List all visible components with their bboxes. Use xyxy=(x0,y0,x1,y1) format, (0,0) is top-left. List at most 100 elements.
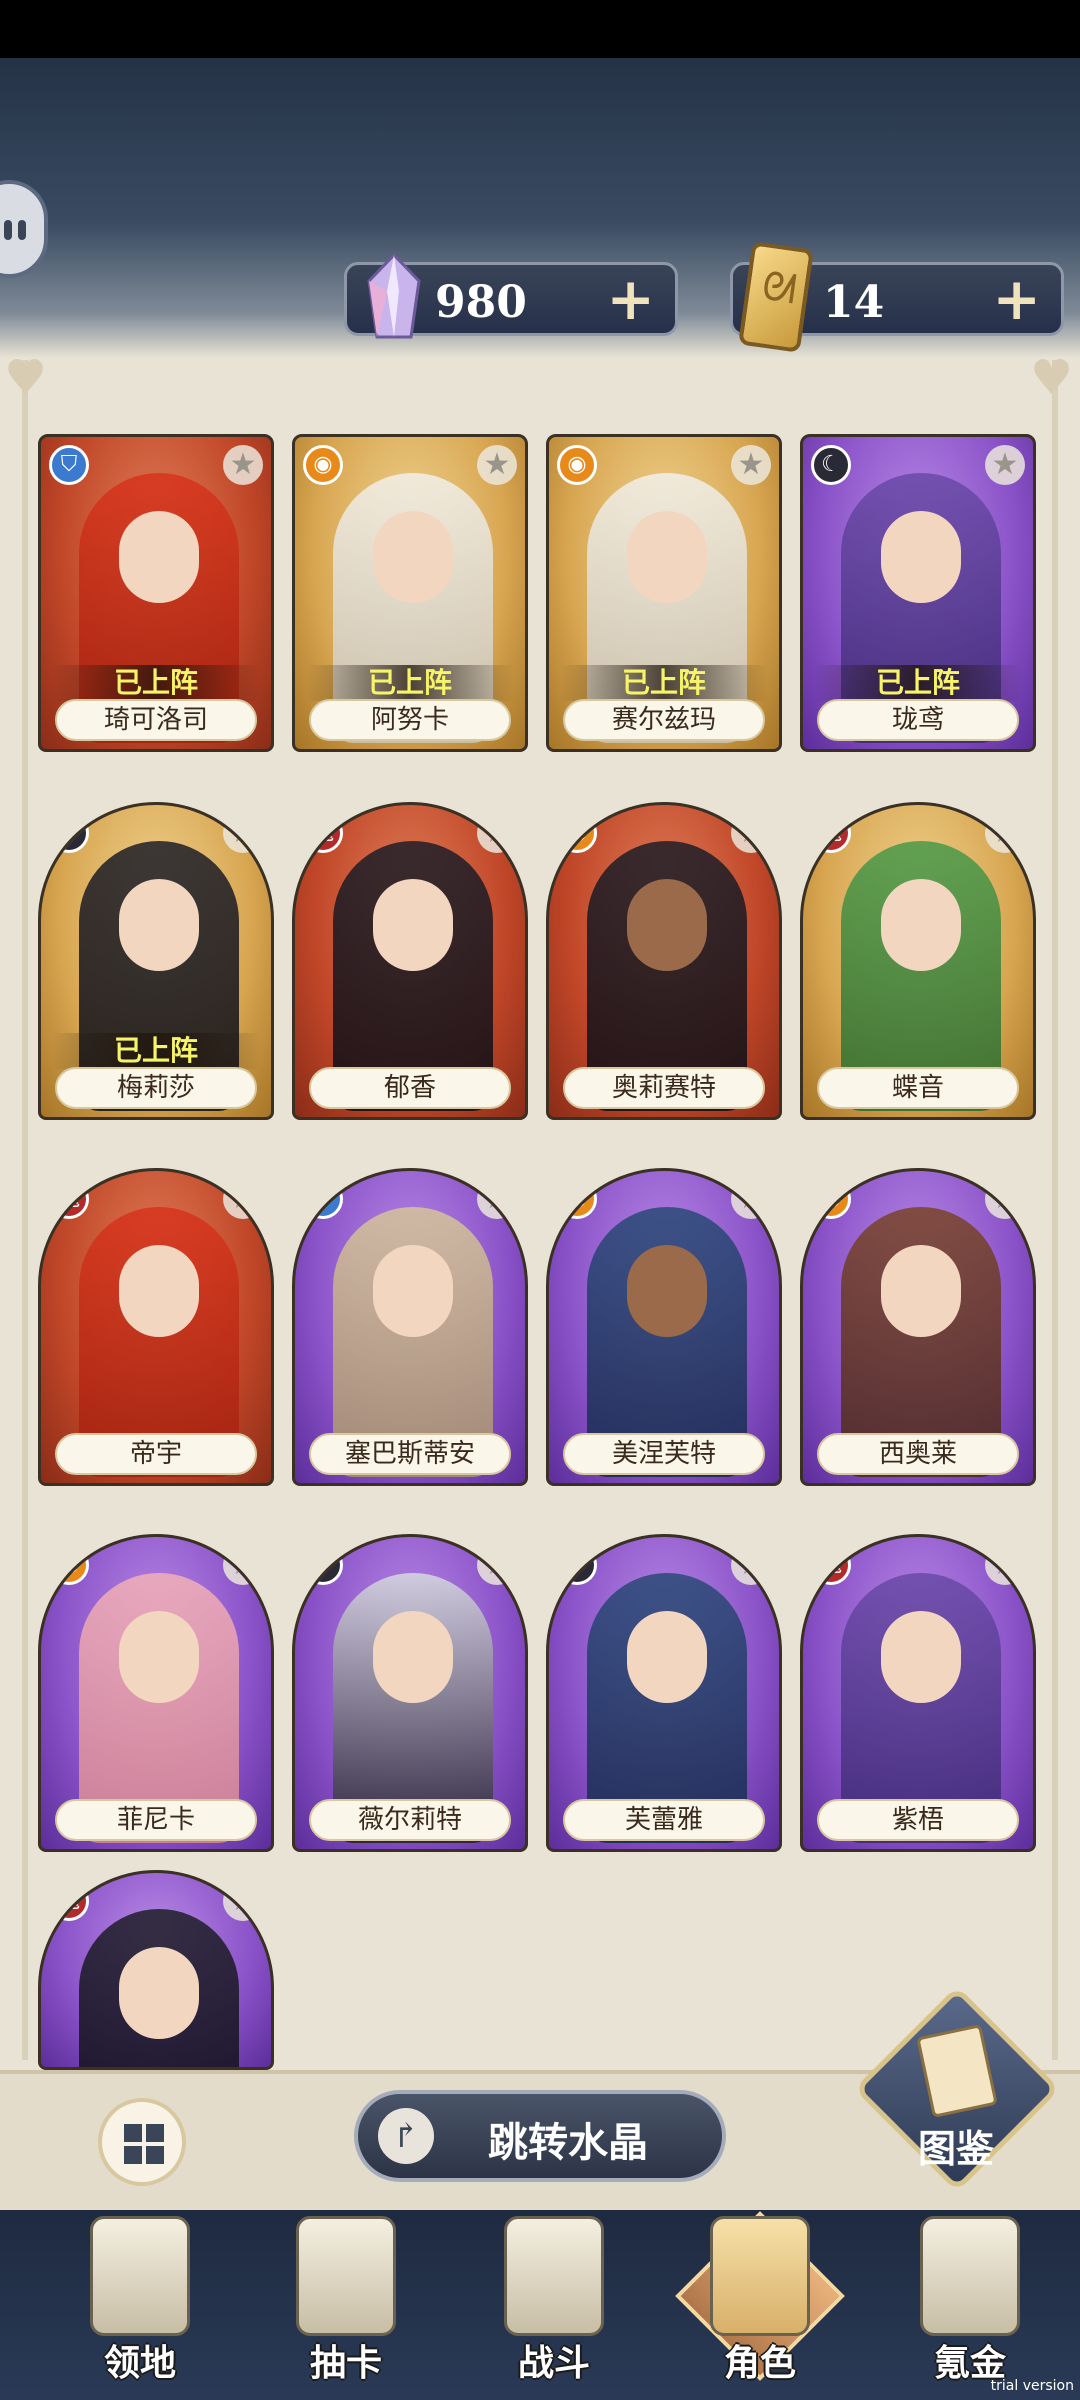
crystal-counter: 980 + xyxy=(344,252,678,339)
favorite-star-icon[interactable]: ★ xyxy=(477,445,517,485)
eye-icon: ◉ xyxy=(557,813,597,853)
codex-label[interactable]: 图鉴 xyxy=(918,2118,994,2173)
nav-label: 战斗 xyxy=(517,2342,590,2384)
nav-purchase[interactable]: 氪金 xyxy=(890,2206,1050,2396)
frame-border-right xyxy=(1052,360,1058,2060)
favorite-star-icon[interactable]: ★ xyxy=(731,813,771,853)
character-name: 郁香 xyxy=(309,1067,511,1109)
deployed-badge: 已上阵 xyxy=(803,665,1033,701)
character-name: 芙蕾雅 xyxy=(563,1799,765,1841)
dragon-icon: 龍 xyxy=(811,1545,851,1585)
character-name: 阿努卡 xyxy=(309,699,511,741)
favorite-star-icon[interactable]: ★ xyxy=(985,1179,1025,1219)
treasure-chest-icon xyxy=(920,2216,1020,2336)
character-card[interactable]: ◉ ★ 菲尼卡 xyxy=(38,1534,274,1852)
character-card[interactable]: 龍 ★ xyxy=(38,1870,274,2070)
heart-ornament-icon: ♥ xyxy=(4,350,48,406)
character-name: 西奥莱 xyxy=(817,1433,1019,1475)
eye-icon: ◉ xyxy=(557,445,597,485)
favorite-star-icon[interactable]: ★ xyxy=(985,813,1025,853)
cards-icon xyxy=(296,2216,396,2336)
character-card[interactable]: 龍 ★ 蝶音 xyxy=(800,802,1036,1120)
deployed-badge: 已上阵 xyxy=(41,1033,271,1069)
favorite-star-icon[interactable]: ★ xyxy=(223,1881,263,1921)
ticket-amount: 14 xyxy=(823,277,885,328)
arrow-icon: ↱ xyxy=(378,2108,434,2164)
grid-view-button[interactable] xyxy=(98,2098,186,2186)
crystal-amount: 980 xyxy=(435,277,527,328)
favorite-star-icon[interactable]: ★ xyxy=(223,445,263,485)
shield-icon: ⛉ xyxy=(303,1179,343,1219)
favorite-star-icon[interactable]: ★ xyxy=(731,445,771,485)
character-card[interactable]: ⛉ ★ 已上阵 琦可洛司 xyxy=(38,434,274,752)
character-card[interactable]: 龍 ★ 帝宇 xyxy=(38,1168,274,1486)
eye-icon: ◉ xyxy=(811,1179,851,1219)
nav-battle[interactable]: 战斗 xyxy=(474,2206,634,2396)
deployed-badge: 已上阵 xyxy=(295,665,525,701)
eye-icon: ◉ xyxy=(557,1179,597,1219)
favorite-star-icon[interactable]: ★ xyxy=(985,1545,1025,1585)
character-name: 赛尔兹玛 xyxy=(563,699,765,741)
add-tickets-button[interactable]: + xyxy=(992,267,1041,331)
dragon-icon: 龍 xyxy=(49,1179,89,1219)
moon-icon: ☾ xyxy=(49,813,89,853)
jump-to-crystal-label: 跳转水晶 xyxy=(488,2119,648,2166)
favorite-star-icon[interactable]: ★ xyxy=(731,1545,771,1585)
nav-territory[interactable]: 领地 xyxy=(60,2206,220,2396)
dragon-icon: 龍 xyxy=(811,813,851,853)
character-card[interactable]: ☾ ★ 薇尔莉特 xyxy=(292,1534,528,1852)
frame-border-left xyxy=(22,360,28,2060)
character-name: 菲尼卡 xyxy=(55,1799,257,1841)
crystal-icon xyxy=(367,252,421,339)
character-card[interactable]: ◉ ★ 美涅芙特 xyxy=(546,1168,782,1486)
character-card[interactable]: ☾ ★ 已上阵 珑鸢 xyxy=(800,434,1036,752)
shield-icon: ⛉ xyxy=(49,445,89,485)
nav-label: 角色 xyxy=(723,2342,796,2384)
character-icon xyxy=(710,2216,810,2336)
character-card[interactable]: ☾ ★ 已上阵 梅莉莎 xyxy=(38,802,274,1120)
deployed-badge: 已上阵 xyxy=(549,665,779,701)
character-name: 蝶音 xyxy=(817,1067,1019,1109)
character-name: 奥莉赛特 xyxy=(563,1067,765,1109)
character-card[interactable]: ☾ ★ 芙蕾雅 xyxy=(546,1534,782,1852)
nav-gacha[interactable]: 抽卡 xyxy=(266,2206,426,2396)
character-card[interactable]: ◉ ★ 西奥莱 xyxy=(800,1168,1036,1486)
eye-icon: ◉ xyxy=(49,1545,89,1585)
character-name: 梅莉莎 xyxy=(55,1067,257,1109)
character-card[interactable]: ◉ ★ 已上阵 赛尔兹玛 xyxy=(546,434,782,752)
favorite-star-icon[interactable]: ★ xyxy=(477,1545,517,1585)
character-name: 珑鸢 xyxy=(817,699,1019,741)
moon-icon: ☾ xyxy=(811,445,851,485)
nav-label: 领地 xyxy=(103,2342,176,2384)
character-card[interactable]: 龍 ★ 紫梧 xyxy=(800,1534,1036,1852)
favorite-star-icon[interactable]: ★ xyxy=(223,1179,263,1219)
character-name: 美涅芙特 xyxy=(563,1433,765,1475)
dragon-icon: 龍 xyxy=(303,813,343,853)
deployed-badge: 已上阵 xyxy=(41,665,271,701)
character-name: 帝宇 xyxy=(55,1433,257,1475)
character-card[interactable]: ◉ ★ 已上阵 阿努卡 xyxy=(292,434,528,752)
nav-character[interactable]: 角色 xyxy=(675,2206,845,2396)
add-crystals-button[interactable]: + xyxy=(606,267,655,331)
character-name: 琦可洛司 xyxy=(55,699,257,741)
heart-ornament-icon: ♥ xyxy=(1030,350,1074,406)
character-name: 紫梧 xyxy=(817,1799,1019,1841)
favorite-star-icon[interactable]: ★ xyxy=(985,445,1025,485)
eye-icon: ◉ xyxy=(303,445,343,485)
dragon-icon: 龍 xyxy=(49,1881,89,1921)
character-card[interactable]: 龍 ★ 郁香 xyxy=(292,802,528,1120)
character-card[interactable]: ⛉ ★ 塞巴斯蒂安 xyxy=(292,1168,528,1486)
favorite-star-icon[interactable]: ★ xyxy=(477,1179,517,1219)
favorite-star-icon[interactable]: ★ xyxy=(223,1545,263,1585)
moon-icon: ☾ xyxy=(557,1545,597,1585)
character-card[interactable]: ◉ ★ 奥莉赛特 xyxy=(546,802,782,1120)
jump-to-crystal-button[interactable]: ↱ 跳转水晶 xyxy=(354,2090,726,2182)
favorite-star-icon[interactable]: ★ xyxy=(731,1179,771,1219)
watermark: trial version xyxy=(990,2378,1074,2394)
status-bar xyxy=(0,0,1080,58)
character-name: 塞巴斯蒂安 xyxy=(309,1433,511,1475)
nav-label: 抽卡 xyxy=(309,2342,382,2384)
favorite-star-icon[interactable]: ★ xyxy=(223,813,263,853)
swords-icon xyxy=(504,2216,604,2336)
favorite-star-icon[interactable]: ★ xyxy=(477,813,517,853)
